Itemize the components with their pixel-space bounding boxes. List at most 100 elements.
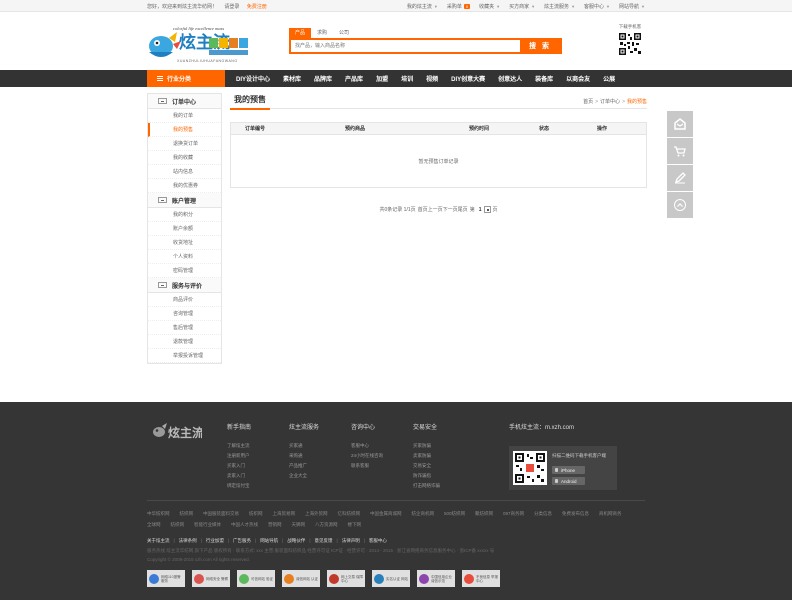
page-select-icon[interactable] bbox=[484, 206, 492, 213]
footer-bottom-link[interactable]: 行业加盟 bbox=[206, 538, 224, 543]
friend-link[interactable]: 商机网商务 bbox=[599, 508, 622, 519]
topbar-menu-item[interactable]: 我的炫主流 ▼ bbox=[407, 3, 438, 10]
footer-link[interactable]: 打击网络诈骗 bbox=[413, 481, 473, 491]
footer-bottom-link[interactable]: 意见反馈 bbox=[315, 538, 333, 543]
friend-link[interactable]: 楼下网 bbox=[348, 519, 362, 530]
sidebar-item[interactable]: 咨询管理 bbox=[148, 307, 221, 321]
friend-link[interactable]: 中国金属商城网 bbox=[370, 508, 402, 519]
nav-item[interactable]: 装备库 bbox=[535, 74, 553, 83]
sidebar-group-title[interactable]: 订单中心 bbox=[148, 94, 221, 109]
trust-badge[interactable]: 诚信网站 认证 bbox=[282, 570, 320, 587]
footer-bottom-link[interactable]: 法律条例 bbox=[179, 538, 197, 543]
sidebar-item[interactable]: 举报投诉管理 bbox=[148, 349, 221, 363]
footer-link[interactable]: 客服中心 bbox=[351, 441, 411, 451]
footer-link[interactable]: 买家通 bbox=[289, 441, 349, 451]
footer-link[interactable]: 卖家防骗 bbox=[413, 451, 473, 461]
nav-item[interactable]: 加盟 bbox=[376, 74, 388, 83]
breadcrumb-item[interactable]: 订单中心 bbox=[600, 99, 620, 105]
trust-badge[interactable]: 不良信息 举报中心 bbox=[462, 570, 500, 587]
footer-link[interactable]: 买家入门 bbox=[227, 461, 287, 471]
friend-link[interactable]: 聚纺织网 bbox=[475, 508, 493, 519]
footer-qr-code-icon[interactable] bbox=[513, 451, 547, 485]
edit-button[interactable] bbox=[667, 165, 693, 191]
nav-item[interactable]: 产品库 bbox=[345, 74, 363, 83]
sidebar-group-title[interactable]: 服务与评价 bbox=[148, 278, 221, 293]
sidebar-item[interactable]: 我的预售 bbox=[148, 123, 221, 137]
friend-link[interactable]: 中国人才热线 bbox=[231, 519, 258, 530]
footer-link[interactable]: 产品推广 bbox=[289, 461, 349, 471]
search-button[interactable]: 搜 索 bbox=[520, 40, 560, 52]
trust-badge[interactable]: 可信网站 验证 bbox=[237, 570, 275, 587]
nav-item[interactable]: 素材库 bbox=[283, 74, 301, 83]
sidebar-item[interactable]: 个人资料 bbox=[148, 250, 221, 264]
topbar-menu-item[interactable]: 买方商家 ▼ bbox=[509, 3, 535, 10]
friend-link[interactable]: 上海外贸网 bbox=[305, 508, 328, 519]
footer-link[interactable]: 企业大全 bbox=[289, 471, 349, 481]
register-link[interactable]: 免费注册 bbox=[247, 4, 267, 10]
friend-link[interactable]: 500纺织网 bbox=[444, 508, 465, 519]
friend-link[interactable]: 纺织网 bbox=[249, 508, 263, 519]
site-logo[interactable]: colorful life excellence mass 炫主流 LAB NE… bbox=[147, 22, 257, 64]
footer-link[interactable]: 绑定炫付宝 bbox=[227, 481, 287, 491]
feedback-button[interactable] bbox=[667, 111, 693, 137]
friend-link[interactable]: 天狮网 bbox=[292, 519, 306, 530]
sidebar-item[interactable]: 退款管理 bbox=[148, 335, 221, 349]
sidebar-group-title[interactable]: 账户管理 bbox=[148, 193, 221, 208]
trust-badge[interactable]: 网上交易 保障中心 bbox=[327, 570, 365, 587]
breadcrumb-item[interactable]: 首页 bbox=[583, 99, 593, 105]
footer-link[interactable]: 交易安全 bbox=[413, 461, 473, 471]
friend-link[interactable]: 097商务网 bbox=[503, 508, 524, 519]
nav-item[interactable]: 公展 bbox=[603, 74, 615, 83]
qr-code-icon[interactable] bbox=[618, 32, 642, 56]
sidebar-item[interactable]: 售后管理 bbox=[148, 321, 221, 335]
nav-item[interactable]: 品牌库 bbox=[314, 74, 332, 83]
trust-badge[interactable]: 网络110报警服务 bbox=[147, 570, 185, 587]
cart-button[interactable] bbox=[667, 138, 693, 164]
friend-link[interactable]: 中华纺织网 bbox=[147, 508, 170, 519]
footer-link[interactable]: 防诈骗指 bbox=[413, 471, 473, 481]
sidebar-item[interactable]: 退换货订单 bbox=[148, 137, 221, 151]
nav-item[interactable]: 视频 bbox=[426, 74, 438, 83]
friend-link[interactable]: 营销网 bbox=[268, 519, 282, 530]
login-link[interactable]: 请登录 bbox=[224, 4, 239, 10]
friend-link[interactable]: 分类信息 bbox=[534, 508, 552, 519]
category-menu-button[interactable]: 行业分类 bbox=[147, 70, 225, 87]
trust-badge[interactable]: 网络安全 警察 bbox=[192, 570, 230, 587]
search-tab-1[interactable]: 求购 bbox=[311, 28, 333, 38]
sidebar-item[interactable]: 账户余额 bbox=[148, 222, 221, 236]
topbar-menu-item[interactable]: 炫主流服务 ▼ bbox=[544, 3, 575, 10]
footer-link[interactable]: 注册新用户 bbox=[227, 451, 287, 461]
pager-first[interactable]: 首页 bbox=[418, 206, 428, 213]
friend-link[interactable]: 全球网 bbox=[147, 519, 161, 530]
back-to-top-button[interactable] bbox=[667, 192, 693, 218]
nav-item[interactable]: DIY设计中心 bbox=[236, 74, 270, 83]
footer-bottom-link[interactable]: 网站导航 bbox=[260, 538, 278, 543]
friend-link[interactable]: 纺织网 bbox=[171, 519, 185, 530]
footer-link[interactable]: 买家防骗 bbox=[413, 441, 473, 451]
topbar-menu-item[interactable]: 采购单 0 bbox=[447, 3, 471, 10]
footer-bottom-link[interactable]: 战略伙伴 bbox=[287, 538, 305, 543]
friend-link[interactable]: 智能行业媒体 bbox=[194, 519, 221, 530]
iphone-download-button[interactable]: iPhone bbox=[552, 466, 585, 474]
friend-link[interactable]: 亿科纺织网 bbox=[338, 508, 361, 519]
pager-prev[interactable]: 上一页 bbox=[428, 206, 443, 213]
sidebar-item[interactable]: 我的优惠券 bbox=[148, 179, 221, 193]
friend-link[interactable]: 免费发布信息 bbox=[562, 508, 589, 519]
sidebar-item[interactable]: 站内信息 bbox=[148, 165, 221, 179]
nav-item[interactable]: 培训 bbox=[401, 74, 413, 83]
footer-logo[interactable]: 炫主流 bbox=[152, 420, 202, 442]
sidebar-item[interactable]: 商品评价 bbox=[148, 293, 221, 307]
topbar-menu-item[interactable]: 客服中心 ▼ bbox=[584, 3, 610, 10]
trust-badge[interactable]: 实名认证 网站 bbox=[372, 570, 410, 587]
footer-bottom-link[interactable]: 关于炫主流 bbox=[147, 538, 170, 543]
android-download-button[interactable]: Android bbox=[552, 477, 585, 485]
friend-link[interactable]: 八方资源网 bbox=[315, 519, 338, 530]
footer-bottom-link[interactable]: 广告服务 bbox=[233, 538, 251, 543]
sidebar-item[interactable]: 密码管理 bbox=[148, 264, 221, 278]
friend-link[interactable]: 中国服装面料交易 bbox=[203, 508, 239, 519]
trust-badge[interactable]: 中国信用企业 诚信示范 bbox=[417, 570, 455, 587]
nav-item[interactable]: 以商会友 bbox=[566, 74, 590, 83]
footer-bottom-link[interactable]: 客服中心 bbox=[369, 538, 387, 543]
footer-link[interactable]: 了解炫主流 bbox=[227, 441, 287, 451]
pager-next[interactable]: 下一页 bbox=[443, 206, 458, 213]
